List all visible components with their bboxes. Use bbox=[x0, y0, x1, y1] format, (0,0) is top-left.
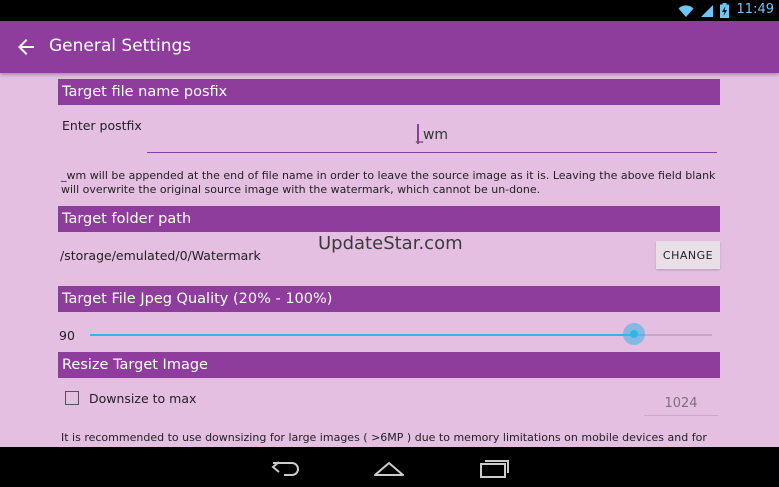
back-icon[interactable] bbox=[270, 457, 302, 479]
section-header-quality: Target File Jpeg Quality (20% - 100%) bbox=[58, 286, 720, 312]
section-header-posfix: Target file name posfix bbox=[58, 79, 720, 105]
navigation-bar bbox=[0, 447, 779, 487]
max-size-input[interactable] bbox=[644, 391, 718, 416]
wifi-icon bbox=[678, 4, 694, 17]
recents-icon[interactable] bbox=[478, 457, 510, 479]
downsize-checkbox[interactable] bbox=[65, 391, 79, 405]
watermark-text: UpdateStar.com bbox=[318, 233, 463, 254]
status-bar: 11:49 bbox=[0, 0, 779, 21]
home-icon[interactable] bbox=[373, 457, 405, 479]
arrow-left-icon[interactable] bbox=[14, 35, 38, 59]
quality-slider-thumb[interactable] bbox=[623, 323, 646, 345]
quality-value: 90 bbox=[59, 328, 75, 343]
app-bar: General Settings bbox=[0, 21, 779, 73]
screen: 11:49 General Settings Target file name … bbox=[0, 0, 779, 487]
postfix-field-wrap bbox=[147, 120, 717, 153]
postfix-label: Enter postfix bbox=[62, 118, 142, 133]
battery-charging-icon bbox=[720, 3, 729, 18]
slider-thumb-dot bbox=[630, 330, 639, 338]
postfix-description: _wm will be appended at the end of file … bbox=[61, 169, 716, 196]
postfix-input[interactable] bbox=[147, 120, 717, 150]
status-clock: 11:49 bbox=[736, 2, 774, 17]
downsize-label[interactable]: Downsize to max bbox=[89, 391, 196, 406]
change-folder-button[interactable]: CHANGE bbox=[656, 241, 720, 269]
quality-slider-fill bbox=[90, 334, 635, 336]
section-header-resize: Resize Target Image bbox=[58, 352, 720, 378]
section-header-folder: Target folder path bbox=[58, 206, 720, 232]
quality-slider[interactable] bbox=[90, 323, 712, 345]
page-title: General Settings bbox=[49, 36, 192, 56]
resize-description: It is recommended to use downsizing for … bbox=[61, 431, 707, 447]
settings-content[interactable]: Target file name posfix Enter postfix _w… bbox=[0, 73, 779, 447]
text-cursor bbox=[417, 124, 419, 144]
status-icons bbox=[678, 3, 729, 18]
signal-icon bbox=[701, 4, 713, 17]
folder-path: /storage/emulated/0/Watermark bbox=[60, 248, 261, 263]
